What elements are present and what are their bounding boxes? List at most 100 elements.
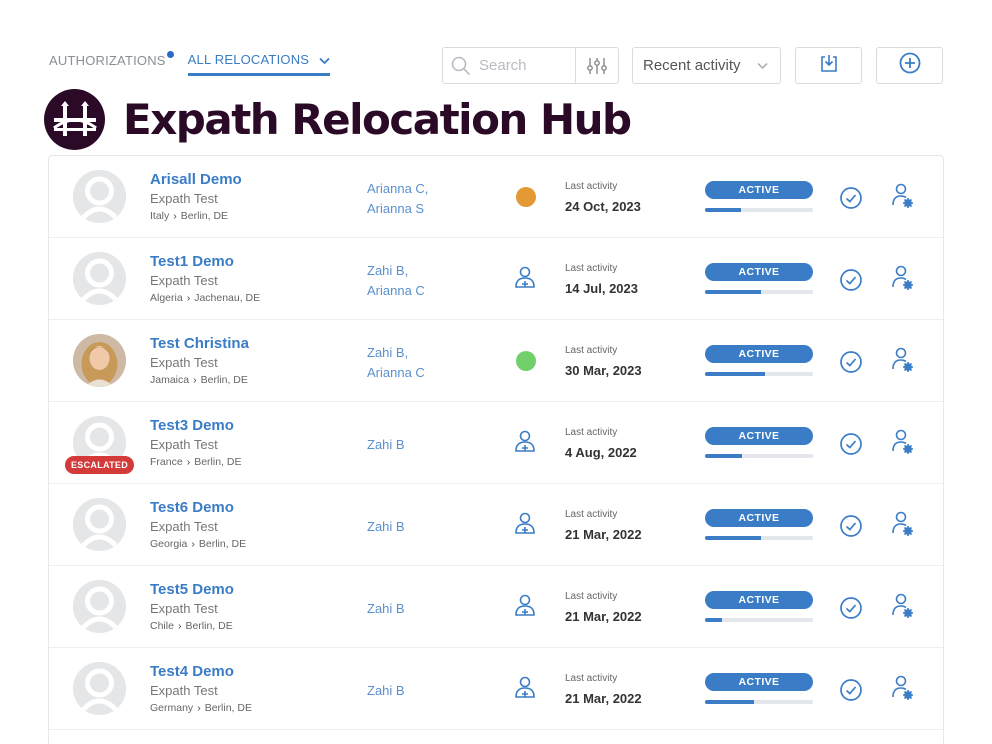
avatar: [73, 498, 126, 551]
relocation-name[interactable]: Test Christina: [150, 335, 249, 352]
export-icon: [818, 52, 840, 79]
user-settings-icon[interactable]: [891, 429, 915, 460]
avatar: [73, 662, 126, 715]
consultant-name[interactable]: Zahi B,: [367, 343, 425, 363]
tab-all-relocations[interactable]: ALL RELOCATIONS: [187, 52, 330, 77]
status-badge: ACTIVE: [705, 181, 813, 199]
avatar: [73, 170, 126, 223]
assigned-consultants[interactable]: Zahi B: [367, 517, 405, 537]
search-box: [442, 47, 619, 84]
relocation-row[interactable]: Arisall Demo Expath Test Italy › Berlin, D…: [49, 156, 943, 238]
relocation-row[interactable]: Test4 Demo Expath Test Germany › Berlin, D…: [49, 648, 943, 730]
plus-circle-icon: [898, 51, 922, 80]
relocation-name[interactable]: Arisall Demo: [150, 171, 242, 188]
check-circle-icon[interactable]: [839, 268, 863, 297]
app-title: Expath Relocation Hub: [123, 95, 632, 144]
consultant-name[interactable]: Arianna C: [367, 281, 425, 301]
origin-country: Georgia: [150, 538, 188, 550]
assigned-consultants[interactable]: Zahi B, Arianna C: [367, 261, 425, 301]
relocation-name[interactable]: Test4 Demo: [150, 663, 234, 680]
add-relocation-button[interactable]: [876, 47, 943, 84]
consultant-name[interactable]: Arianna S: [367, 199, 428, 219]
user-settings-icon[interactable]: [891, 511, 915, 542]
consultant-name[interactable]: Zahi B: [367, 681, 405, 701]
add-user-icon[interactable]: [514, 430, 536, 459]
consultant-name[interactable]: Arianna C,: [367, 179, 428, 199]
progress-bar: [705, 454, 813, 458]
relocation-row[interactable]: Test5 Demo Expath Test Chile › Berlin, DE …: [49, 566, 943, 648]
check-circle-icon[interactable]: [839, 514, 863, 543]
destination-city: Berlin, DE: [200, 374, 248, 386]
assigned-consultants[interactable]: Zahi B: [367, 435, 405, 455]
check-circle-icon[interactable]: [839, 596, 863, 625]
consultant-name[interactable]: Zahi B: [367, 517, 405, 537]
filter-sliders-icon[interactable]: [575, 48, 617, 83]
sort-select[interactable]: Recent activity: [632, 47, 781, 84]
company-name: Expath Test: [150, 601, 218, 616]
chevron-down-icon: [757, 57, 768, 74]
consultant-name[interactable]: Zahi B,: [367, 261, 425, 281]
destination-city: Berlin, DE: [185, 620, 233, 632]
progress-bar: [705, 536, 813, 540]
check-circle-icon[interactable]: [839, 350, 863, 379]
last-activity-date: 14 Jul, 2023: [565, 281, 638, 296]
consultant-name[interactable]: Zahi B: [367, 599, 405, 619]
relocation-row[interactable]: Test6 Demo Expath Test Georgia › Berlin, D…: [49, 484, 943, 566]
user-settings-icon[interactable]: [891, 347, 915, 378]
company-name: Expath Test: [150, 683, 218, 698]
add-user-icon[interactable]: [514, 594, 536, 623]
user-settings-icon[interactable]: [891, 265, 915, 296]
company-name: Expath Test: [150, 191, 218, 206]
chevron-right-icon: ›: [191, 538, 195, 550]
tab-all-relocations-label: ALL RELOCATIONS: [187, 52, 310, 67]
export-button[interactable]: [795, 47, 862, 84]
route: Chile › Berlin, DE: [150, 620, 233, 632]
relocation-name[interactable]: Test5 Demo: [150, 581, 234, 598]
relocation-row[interactable]: Test Christina Expath Test Jamaica › Berli…: [49, 320, 943, 402]
user-settings-icon[interactable]: [891, 675, 915, 706]
assigned-consultants[interactable]: Arianna C, Arianna S: [367, 179, 428, 219]
last-activity-date: 21 Mar, 2022: [565, 691, 642, 706]
status-badge: ACTIVE: [705, 427, 813, 445]
assigned-consultants[interactable]: Zahi B: [367, 681, 405, 701]
progress-fill: [705, 618, 723, 622]
relocation-name[interactable]: Test3 Demo: [150, 417, 234, 434]
progress-bar: [705, 208, 813, 212]
consultant-name[interactable]: Zahi B: [367, 435, 405, 455]
add-user-icon[interactable]: [514, 266, 536, 295]
route: Georgia › Berlin, DE: [150, 538, 246, 550]
add-user-icon[interactable]: [514, 676, 536, 705]
consultant-name[interactable]: Arianna C: [367, 363, 425, 383]
company-name: Expath Test: [150, 437, 218, 452]
relocation-row[interactable]: Test1 Demo Expath Test Algeria › Jachenau,…: [49, 238, 943, 320]
add-user-icon[interactable]: [514, 512, 536, 541]
check-circle-icon[interactable]: [839, 186, 863, 215]
status-badge: ACTIVE: [705, 591, 813, 609]
relocation-row[interactable]: ESCALATED Test3 Demo Expath Test France ›…: [49, 402, 943, 484]
search-input[interactable]: [479, 57, 575, 74]
chevron-right-icon: ›: [193, 374, 197, 386]
relocation-tabs: AUTHORIZATIONS ALL RELOCATIONS: [49, 50, 330, 77]
notification-dot: [166, 50, 174, 58]
chevron-right-icon: ›: [197, 702, 201, 714]
relocation-name[interactable]: Test6 Demo: [150, 499, 234, 516]
user-settings-icon[interactable]: [891, 183, 915, 214]
progress-fill: [705, 454, 742, 458]
progress-fill: [705, 700, 754, 704]
assigned-consultants[interactable]: Zahi B: [367, 599, 405, 619]
tab-authorizations[interactable]: AUTHORIZATIONS: [49, 50, 174, 76]
status-badge: ACTIVE: [705, 345, 813, 363]
check-circle-icon[interactable]: [839, 678, 863, 707]
chevron-right-icon: ›: [177, 620, 182, 632]
avatar: [73, 334, 126, 387]
progress-bar: [705, 700, 813, 704]
route: France › Berlin, DE: [150, 456, 241, 468]
assigned-consultants[interactable]: Zahi B, Arianna C: [367, 343, 425, 383]
company-name: Expath Test: [150, 519, 218, 534]
relocation-list: Arisall Demo Expath Test Italy › Berlin, D…: [48, 155, 944, 744]
destination-city: Berlin, DE: [180, 210, 229, 222]
user-settings-icon[interactable]: [891, 593, 915, 624]
check-circle-icon[interactable]: [839, 432, 863, 461]
progress-fill: [705, 536, 762, 540]
relocation-name[interactable]: Test1 Demo: [150, 253, 234, 270]
